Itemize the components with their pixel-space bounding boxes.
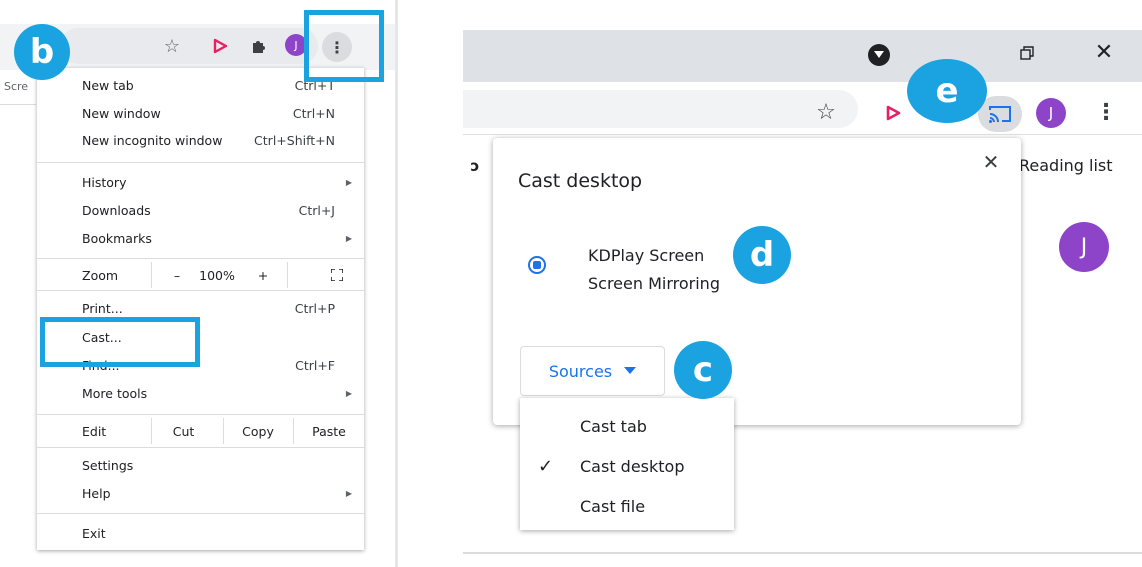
submenu-arrow-icon: ▶ <box>345 488 352 498</box>
copy-button[interactable]: Copy <box>224 418 292 444</box>
shortcut-label: Ctrl+Shift+N <box>254 132 335 148</box>
reading-list-button[interactable]: Reading list <box>1019 156 1113 175</box>
cast-sink-status-icon[interactable] <box>528 256 546 274</box>
submenu-arrow-icon: ▶ <box>345 388 352 398</box>
step-badge-c: c <box>674 341 732 399</box>
menu-label: New tab <box>82 77 134 93</box>
shortcut-label: Ctrl+P <box>294 300 335 316</box>
menu-item-history[interactable]: History ▶ <box>37 169 364 195</box>
cast-sink-name[interactable]: KDPlay Screen <box>588 242 704 270</box>
sources-dropdown-menu: Cast tab ✓ Cast desktop Cast file <box>520 398 734 530</box>
menu-separator <box>37 258 364 259</box>
left-omnibox[interactable] <box>60 28 318 64</box>
menu-label: Settings <box>82 457 134 473</box>
menu-item-new-incognito-window[interactable]: New incognito window Ctrl+Shift+N <box>37 127 364 153</box>
sources-label: Sources <box>548 361 613 381</box>
menu-item-exit[interactable]: Exit <box>37 520 364 546</box>
tab-label: Scre <box>4 80 29 93</box>
source-option-cast-desktop[interactable]: ✓ Cast desktop <box>520 446 734 486</box>
menu-label: Exit <box>82 525 106 541</box>
cast-sink-status: Screen Mirroring <box>588 274 720 293</box>
menu-label: New incognito window <box>82 132 223 148</box>
play-extension-icon[interactable] <box>880 100 906 126</box>
zoom-out-button[interactable]: – <box>165 262 189 288</box>
bookmark-star-icon[interactable]: ☆ <box>160 34 184 58</box>
zoom-separator <box>287 262 288 288</box>
zoom-separator <box>151 262 152 288</box>
submenu-arrow-icon: ▶ <box>345 233 352 243</box>
menu-item-more-tools[interactable]: More tools ▶ <box>37 380 364 406</box>
close-icon[interactable]: ✕ <box>979 150 1003 174</box>
submenu-arrow-icon: ▶ <box>345 177 352 187</box>
step-badge-e: e <box>907 59 987 123</box>
menu-label: Zoom <box>82 267 119 283</box>
panel-divider <box>395 0 398 567</box>
menu-item-downloads[interactable]: Downloads Ctrl+J <box>37 197 364 223</box>
step-badge-d: d <box>733 226 791 284</box>
checkmark-icon: ✓ <box>538 455 554 477</box>
menu-label: More tools <box>82 385 148 401</box>
dropdown-arrow-icon <box>624 367 637 375</box>
menu-separator <box>37 513 364 514</box>
shortcut-label: Ctrl+N <box>292 105 335 121</box>
close-window-icon[interactable]: ✕ <box>1090 38 1118 66</box>
bookmark-star-icon[interactable]: ☆ <box>812 98 840 126</box>
zoom-level: 100% <box>199 267 235 283</box>
cast-dialog-title: Cast desktop <box>518 170 643 192</box>
fullscreen-icon[interactable] <box>325 262 349 288</box>
bookmark-bar-divider <box>463 134 1142 135</box>
extensions-puzzle-icon[interactable] <box>246 34 270 58</box>
menu-label: Print... <box>82 300 123 316</box>
source-option-cast-file[interactable]: Cast file <box>520 486 734 526</box>
chrome-main-menu: New tab Ctrl+T New window Ctrl+N New inc… <box>37 68 364 550</box>
restore-window-icon[interactable] <box>1014 40 1040 66</box>
profile-avatar[interactable]: J <box>1036 98 1066 128</box>
divider <box>0 104 36 105</box>
menu-label: New window <box>82 105 161 121</box>
shortcut-label: Ctrl+J <box>298 202 335 218</box>
menu-item-help[interactable]: Help ▶ <box>37 480 364 506</box>
sources-button[interactable]: Sources <box>520 346 665 396</box>
source-option-label: Cast file <box>580 496 646 516</box>
tab-search-icon[interactable] <box>868 44 890 66</box>
page-avatar: J <box>1059 222 1109 272</box>
paste-button[interactable]: Paste <box>294 418 364 444</box>
menu-label: History <box>82 174 127 190</box>
panel-bottom-border <box>463 552 1142 554</box>
highlight-box-menu-button <box>304 10 384 82</box>
menu-label: Help <box>82 485 111 501</box>
menu-label: Edit <box>82 423 107 439</box>
menu-separator <box>37 162 364 163</box>
menu-separator <box>37 447 364 448</box>
kebab-menu-icon[interactable]: ⋮ <box>1092 96 1120 128</box>
source-option-label: Cast tab <box>580 416 647 436</box>
menu-item-settings[interactable]: Settings <box>37 452 364 478</box>
menu-separator <box>37 414 364 415</box>
play-extension-icon[interactable] <box>208 34 232 58</box>
menu-label: Bookmarks <box>82 230 152 246</box>
menu-label: Downloads <box>82 202 151 218</box>
menu-separator <box>37 290 364 291</box>
zoom-in-button[interactable]: + <box>251 262 275 288</box>
shortcut-label: Ctrl+F <box>295 357 335 373</box>
source-option-cast-tab[interactable]: Cast tab <box>520 406 734 446</box>
right-omnibox[interactable] <box>463 90 858 128</box>
source-option-label: Cast desktop <box>580 456 685 476</box>
tab-strip <box>463 30 1142 82</box>
step-badge-b: b <box>14 24 70 80</box>
app-icon[interactable]: ↄ <box>467 157 483 175</box>
menu-item-new-window[interactable]: New window Ctrl+N <box>37 100 364 126</box>
highlight-box-cast-item <box>40 317 200 367</box>
cut-button[interactable]: Cut <box>152 418 215 444</box>
menu-item-bookmarks[interactable]: Bookmarks ▶ <box>37 225 364 251</box>
